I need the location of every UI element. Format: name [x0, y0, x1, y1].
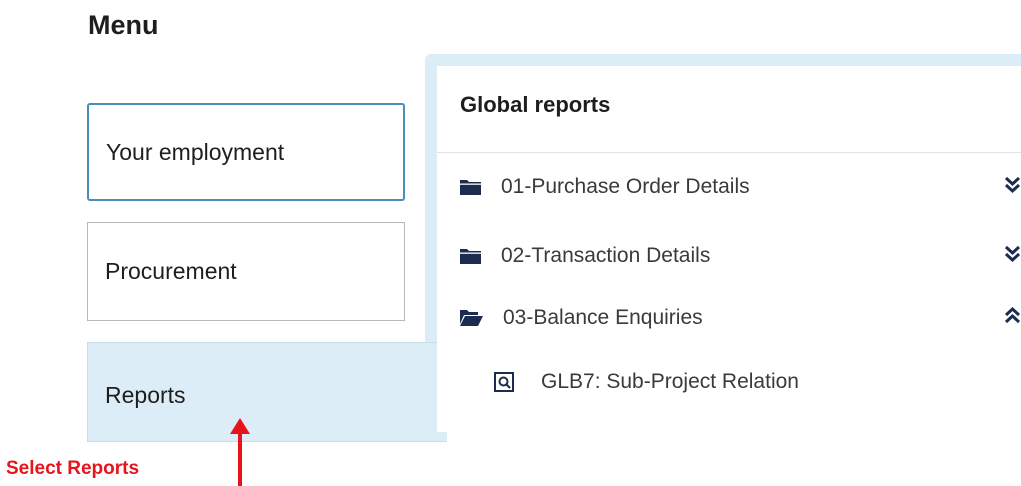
folder-label: 02-Transaction Details [501, 244, 711, 267]
menu-item-label: Procurement [105, 258, 237, 284]
folder-closed-icon [460, 248, 481, 264]
report-link-glb7[interactable]: GLB7: Sub-Project Relation [494, 367, 799, 397]
menu-item-procurement[interactable]: Procurement [87, 222, 405, 321]
menu-item-reports[interactable]: Reports [87, 342, 447, 442]
chevron-double-down-icon[interactable] [1004, 242, 1021, 266]
folder-row-balance-enquiries[interactable]: 03-Balance Enquiries [460, 303, 703, 333]
menu-item-label: Reports [105, 382, 186, 408]
folder-label: 03-Balance Enquiries [503, 306, 703, 329]
annotation-arrow-icon [228, 418, 252, 486]
annotation-label: Select Reports [6, 458, 140, 479]
folder-row-transaction-details[interactable]: 02-Transaction Details [460, 241, 710, 271]
panel-title: Global reports [460, 92, 611, 117]
page: Menu Your employment Procurement Reports… [0, 0, 1021, 486]
menu-item-label: Your employment [106, 138, 285, 165]
folder-closed-icon [460, 179, 481, 195]
menu-item-your-employment[interactable]: Your employment [87, 103, 405, 201]
chevron-double-down-icon[interactable] [1004, 173, 1021, 197]
panel-divider [437, 152, 1021, 153]
report-label: GLB7: Sub-Project Relation [541, 370, 799, 393]
report-search-icon [494, 371, 515, 393]
folder-label: 01-Purchase Order Details [501, 175, 750, 198]
folder-open-icon [460, 310, 483, 326]
chevron-double-up-icon[interactable] [1004, 304, 1021, 328]
menu-title: Menu [88, 10, 159, 40]
folder-row-purchase-order-details[interactable]: 01-Purchase Order Details [460, 172, 750, 202]
